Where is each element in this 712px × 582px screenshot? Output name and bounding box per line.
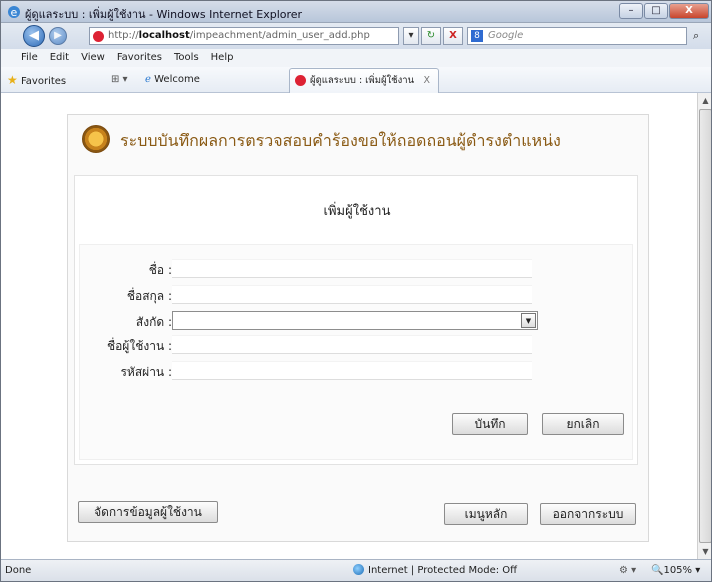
last-name-field[interactable] (172, 285, 532, 304)
emblem-logo (82, 125, 110, 153)
url-field[interactable]: http://localhost/impeachment/admin_user_… (89, 27, 399, 45)
star-icon: ★ (7, 73, 18, 87)
password-row: รหัสผ่าน : (80, 361, 634, 381)
menu-help[interactable]: Help (211, 49, 234, 67)
affiliation-row: สังกัด : ▼ (80, 311, 634, 331)
affiliation-label: สังกัด : (135, 315, 172, 329)
maximize-button[interactable]: □ (644, 3, 668, 19)
favorites-bar: ★ Favorites ⊞ ▾ ℯ Welcome ผู้ดูแลระบบ : … (1, 67, 711, 93)
vertical-scrollbar[interactable]: ▲ ▼ (697, 93, 711, 559)
forward-button[interactable]: ▶ (49, 27, 67, 45)
system-title: ระบบบันทึกผลการตรวจสอบคำร้องขอให้ถอดถอนผ… (120, 131, 561, 150)
logout-button[interactable]: ออกจากระบบ (540, 503, 636, 525)
search-provider-icon: 8 (471, 30, 483, 42)
search-icon[interactable]: ⌕ (693, 29, 699, 43)
main-menu-button[interactable]: เมนูหลัก (444, 503, 528, 525)
scroll-up-icon[interactable]: ▲ (698, 93, 711, 108)
form-title: เพิ่มผู้ใช้งาน (323, 204, 391, 219)
url-prefix: http:// (108, 30, 139, 41)
security-zone[interactable]: Internet | Protected Mode: Off (353, 560, 518, 581)
search-placeholder: Google (488, 30, 524, 41)
url-dropdown-icon[interactable]: ▾ (403, 27, 419, 45)
last-name-label: ชื่อสกุล : (126, 289, 172, 303)
tab-label: ผู้ดูแลระบบ : เพิ่มผู้ใช้งาน (310, 75, 415, 86)
password-label: รหัสผ่าน : (120, 365, 172, 379)
close-button[interactable]: X (669, 3, 709, 19)
refresh-button[interactable]: ↻ (421, 27, 441, 45)
zone-label: Internet | Protected Mode: Off (368, 565, 518, 576)
ie-logo-icon: e (8, 6, 20, 19)
scroll-down-icon[interactable]: ▼ (698, 544, 711, 559)
tab-admin-add-user[interactable]: ผู้ดูแลระบบ : เพิ่มผู้ใช้งาน X (289, 68, 439, 93)
affiliation-select[interactable]: ▼ (172, 311, 538, 330)
chevron-down-icon[interactable]: ▼ (521, 313, 536, 328)
app-header: ระบบบันทึกผลการตรวจสอบคำร้องขอให้ถอดถอนผ… (68, 115, 648, 163)
first-name-row: ชื่อ : (80, 259, 634, 279)
form-fields: ชื่อ : ชื่อสกุล : สังกัด : ▼ ชื่อผู้ใช้ง… (79, 244, 633, 460)
zoom-control[interactable]: 🔍105% ▾ (651, 560, 700, 581)
app-page: ระบบบันทึกผลการตรวจสอบคำร้องขอให้ถอดถอนผ… (67, 114, 649, 542)
menu-file[interactable]: File (21, 49, 38, 67)
ie-page-icon: ℯ (145, 74, 151, 85)
menu-edit[interactable]: Edit (50, 49, 69, 67)
manage-users-button[interactable]: จัดการข้อมูลผู้ใช้งาน (78, 501, 218, 523)
minimize-button[interactable]: – (619, 3, 643, 19)
username-label: ชื่อผู้ใช้งาน : (106, 339, 172, 353)
svg-text:e: e (11, 6, 18, 19)
protected-mode-icon[interactable]: ⚙ ▾ (619, 560, 636, 581)
title-bar: e ผู้ดูแลระบบ : เพิ่มผู้ใช้งาน - Windows… (1, 1, 711, 23)
username-row: ชื่อผู้ใช้งาน : (80, 335, 634, 355)
site-icon (93, 31, 104, 42)
search-input[interactable]: 8 Google (467, 27, 687, 45)
first-name-field[interactable] (172, 259, 532, 278)
address-bar: ◀ ▶ http://localhost/impeachment/admin_u… (1, 23, 711, 49)
stop-button[interactable]: X (443, 27, 463, 45)
back-button[interactable]: ◀ (23, 25, 45, 47)
globe-icon (353, 564, 364, 575)
quick-tabs-icon[interactable]: ⊞ ▾ (111, 72, 128, 88)
first-name-label: ชื่อ : (148, 263, 172, 277)
menu-bar: File Edit View Favorites Tools Help (1, 49, 711, 67)
save-button[interactable]: บันทึก (452, 413, 528, 435)
favorites-label: Favorites (20, 76, 67, 87)
last-name-row: ชื่อสกุล : (80, 285, 634, 305)
menu-tools[interactable]: Tools (174, 49, 199, 67)
password-field[interactable] (172, 361, 532, 380)
page-content: ระบบบันทึกผลการตรวจสอบคำร้องขอให้ถอดถอนผ… (1, 93, 697, 559)
browser-window: e ผู้ดูแลระบบ : เพิ่มผู้ใช้งาน - Windows… (0, 0, 712, 582)
cancel-button[interactable]: ยกเลิก (542, 413, 624, 435)
favorites-button[interactable]: ★ Favorites (7, 72, 66, 88)
tab-site-icon (295, 75, 306, 86)
url-host: localhost (138, 30, 190, 41)
url-path: /impeachment/admin_user_add.php (189, 30, 370, 41)
welcome-link[interactable]: ℯ Welcome (145, 72, 200, 88)
welcome-label: Welcome (154, 74, 200, 85)
menu-favorites[interactable]: Favorites (117, 49, 162, 67)
zoom-level: 105% (663, 565, 693, 576)
status-bar: Done Internet | Protected Mode: Off ⚙ ▾ … (1, 559, 711, 581)
tab-close-icon[interactable]: X (423, 69, 430, 93)
menu-view[interactable]: View (81, 49, 105, 67)
add-user-form: เพิ่มผู้ใช้งาน ชื่อ : ชื่อสกุล : สังกัด … (74, 175, 638, 465)
window-controls: – □ X (619, 3, 709, 19)
window-title: ผู้ดูแลระบบ : เพิ่มผู้ใช้งาน - Windows I… (25, 8, 303, 21)
scroll-thumb[interactable] (699, 109, 711, 543)
status-text: Done (5, 565, 32, 576)
username-field[interactable] (172, 335, 532, 354)
